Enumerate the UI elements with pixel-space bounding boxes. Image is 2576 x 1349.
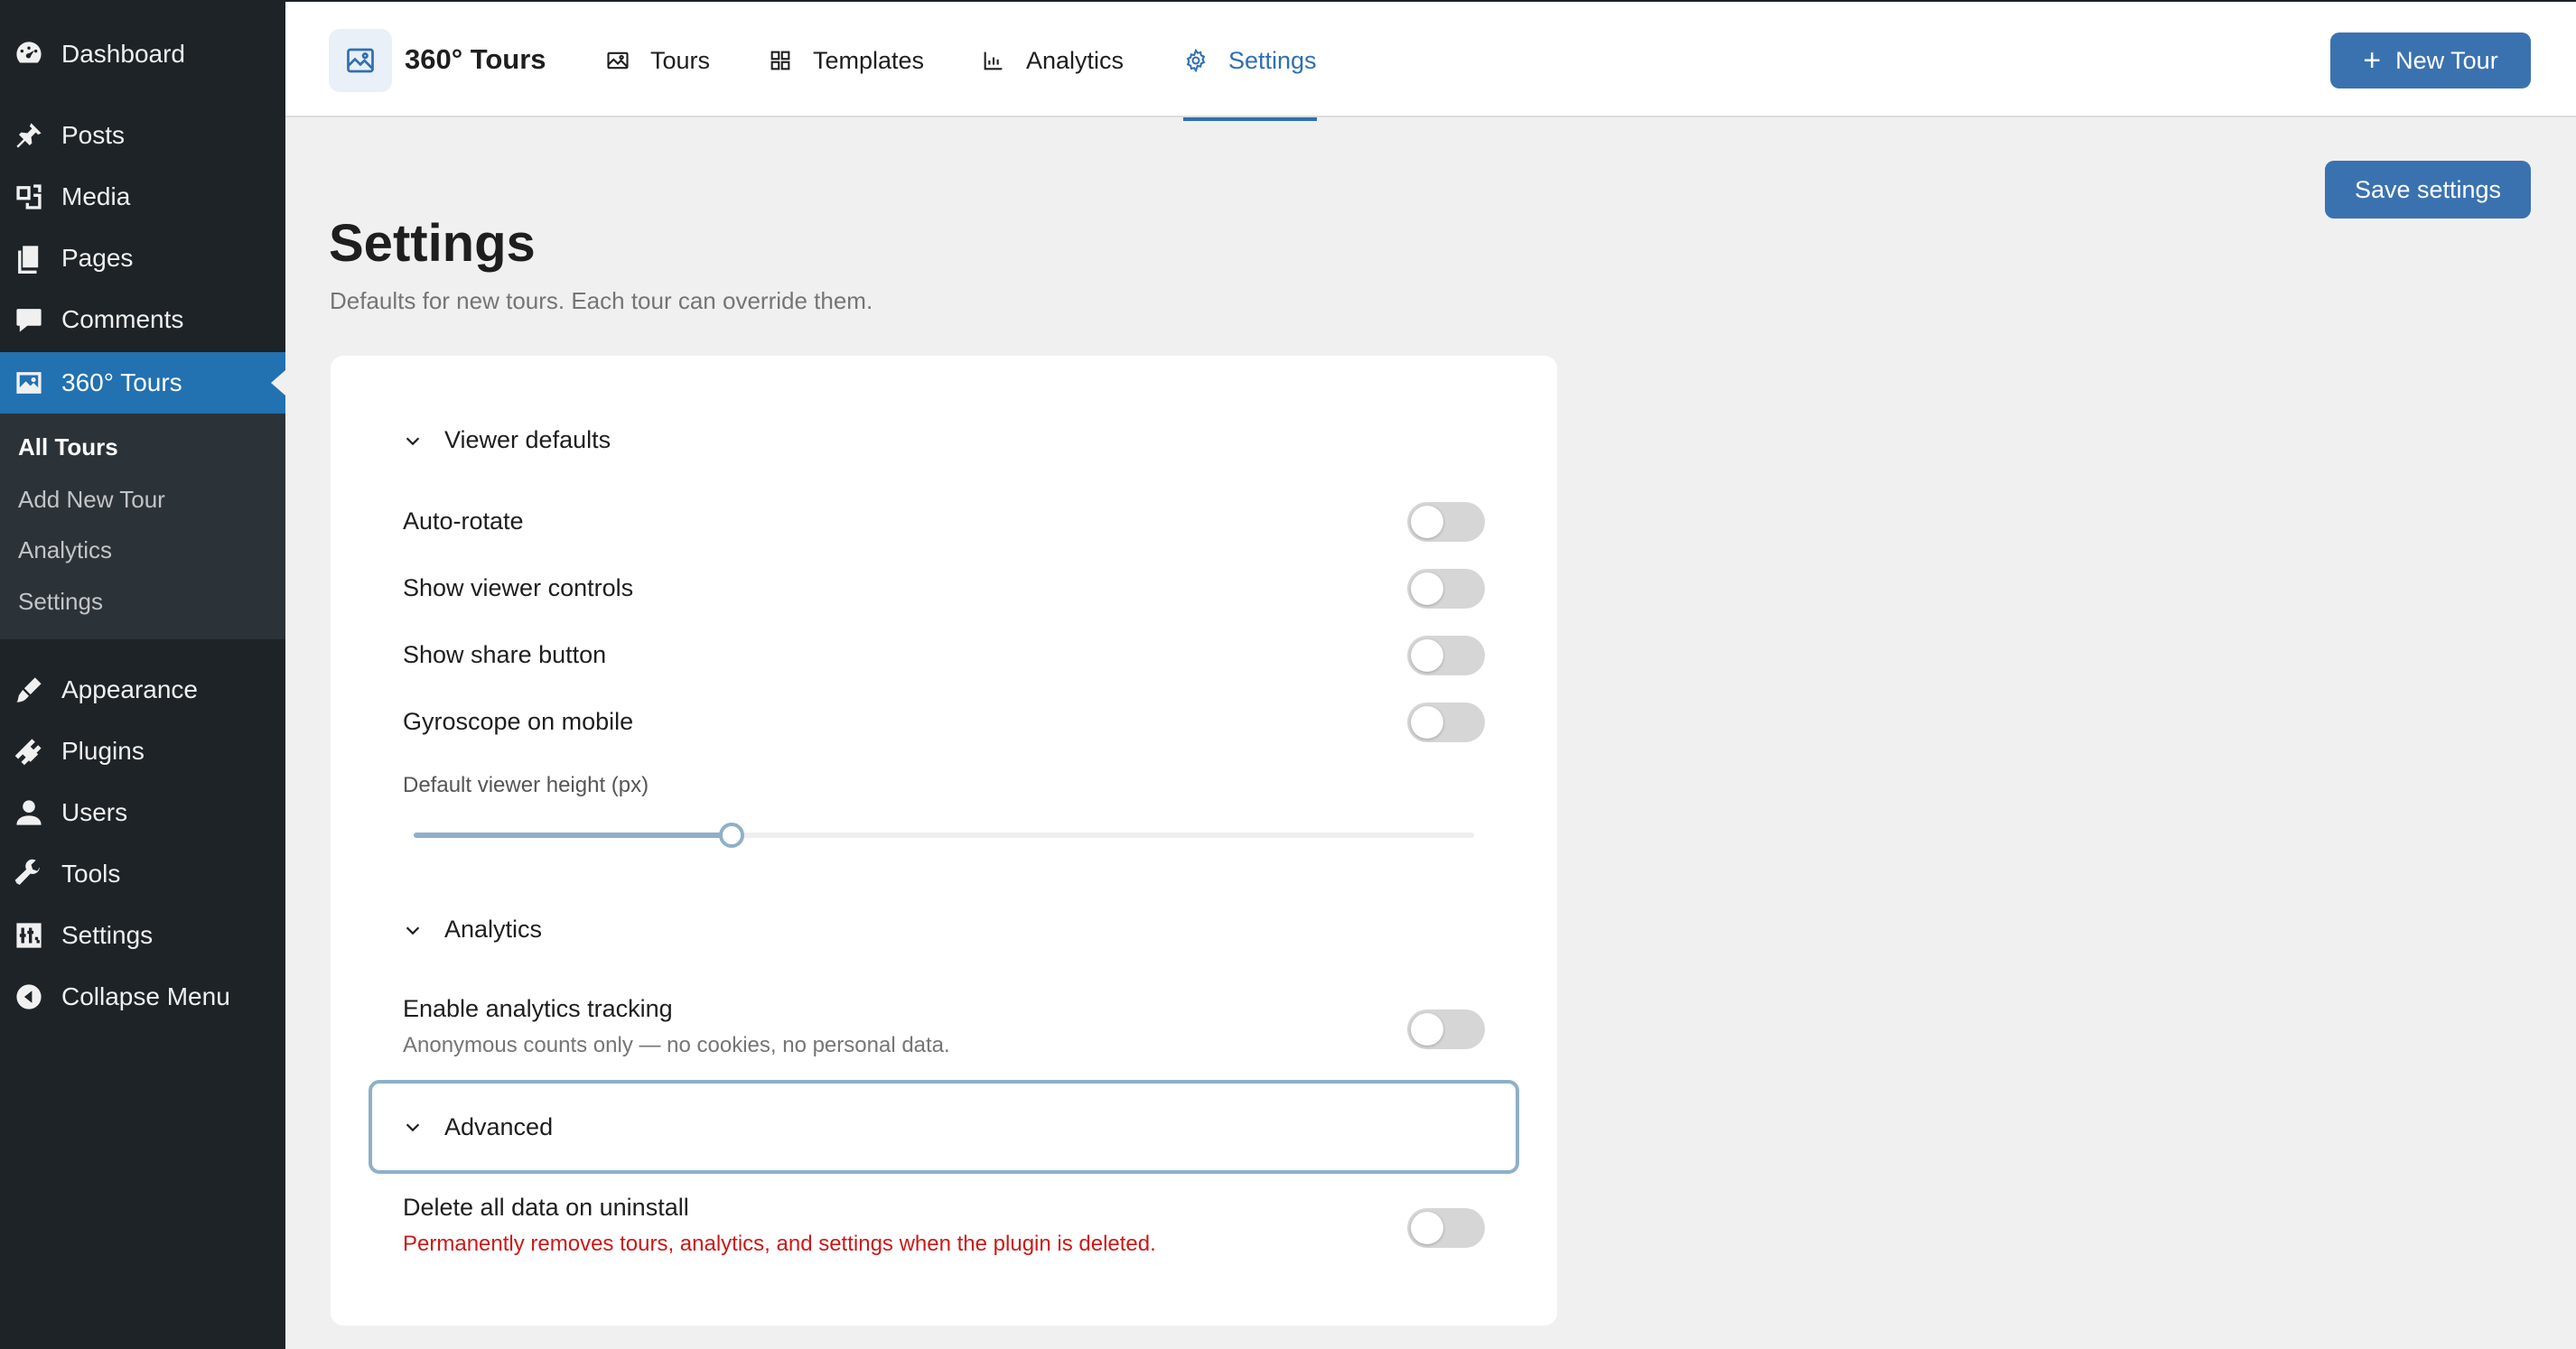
tab-label: Analytics xyxy=(1026,46,1125,74)
plus-icon: + xyxy=(2363,43,2382,78)
auto-rotate-label: Auto-rotate xyxy=(403,507,524,535)
brush-icon xyxy=(13,674,45,706)
sidebar-item-comments[interactable]: Comments xyxy=(0,289,285,350)
chevron-down-icon xyxy=(406,1123,420,1132)
sidebar-item-label: Dashboard xyxy=(61,40,185,68)
delete-data-label: Delete all data on uninstall xyxy=(403,1194,689,1221)
save-settings-button[interactable]: Save settings xyxy=(2325,161,2531,219)
sidebar-item-appearance[interactable]: Appearance xyxy=(0,659,285,721)
sidebar-item-label: Comments xyxy=(61,305,184,333)
tab-label: Tours xyxy=(650,46,711,74)
submenu-item-add-new-tour[interactable]: Add New Tour xyxy=(18,486,165,514)
gyroscope-label: Gyroscope on mobile xyxy=(403,708,634,735)
user-icon xyxy=(13,796,45,829)
viewer-height-label: Default viewer height (px) xyxy=(403,773,649,797)
submenu-item-all-tours[interactable]: All Tours xyxy=(18,433,118,461)
sidebar-item-label: Posts xyxy=(61,121,126,149)
tab-settings[interactable]: Settings xyxy=(1183,2,1317,121)
section-advanced-header[interactable]: Advanced xyxy=(369,1080,1519,1174)
section-viewer-defaults-header[interactable]: Viewer defaults xyxy=(403,426,611,454)
new-tour-button[interactable]: + New Tour xyxy=(2330,33,2531,88)
chevron-down-icon xyxy=(406,926,420,935)
sidebar-item-media[interactable]: Media xyxy=(0,166,285,228)
dashboard-icon xyxy=(13,38,45,70)
sidebar-item-collapse-menu[interactable]: Collapse Menu xyxy=(0,966,285,1028)
sidebar-item-users[interactable]: Users xyxy=(0,782,285,843)
analytics-tracking-toggle[interactable] xyxy=(1407,1009,1485,1049)
bar-chart-icon xyxy=(984,51,1003,70)
tours-submenu: All Tours Add New Tour Analytics Setting… xyxy=(0,414,285,639)
show-share-button-label: Show share button xyxy=(403,641,607,668)
comment-icon xyxy=(13,303,45,336)
pages-icon xyxy=(13,242,45,274)
wrench-icon xyxy=(13,858,45,890)
pin-icon xyxy=(13,119,45,152)
tab-templates[interactable]: Templates xyxy=(768,2,924,119)
sidebar-item-label: Users xyxy=(61,798,128,826)
section-analytics-header[interactable]: Analytics xyxy=(403,916,542,944)
analytics-tracking-help: Anonymous counts only — no cookies, no p… xyxy=(403,1033,950,1057)
sliders-icon xyxy=(13,919,45,952)
slider-fill xyxy=(414,833,733,838)
delete-data-toggle[interactable] xyxy=(1407,1208,1485,1248)
sidebar-item-label: Settings xyxy=(61,921,154,949)
tab-tours[interactable]: Tours xyxy=(605,2,710,119)
page-title: Settings xyxy=(329,214,536,273)
delete-data-warning: Permanently removes tours, analytics, an… xyxy=(403,1232,1156,1256)
chevron-down-icon xyxy=(406,436,420,445)
show-viewer-controls-toggle[interactable] xyxy=(1407,569,1485,609)
settings-card: Viewer defaults Auto-rotate Show viewer … xyxy=(331,356,1557,1326)
sidebar-item-label: Plugins xyxy=(61,737,145,765)
sidebar-item-label: Appearance xyxy=(61,675,199,703)
sidebar-item-dashboard[interactable]: Dashboard xyxy=(0,23,285,85)
slider-thumb[interactable] xyxy=(719,823,745,848)
show-viewer-controls-label: Show viewer controls xyxy=(403,574,634,601)
submenu-item-settings[interactable]: Settings xyxy=(18,588,103,616)
sidebar-item-plugins[interactable]: Plugins xyxy=(0,721,285,782)
collapse-icon xyxy=(13,981,45,1013)
plugin-header: 360° Tours Tours Templates Analytics Set… xyxy=(285,0,2576,121)
sidebar-item-label: 360° Tours xyxy=(61,368,182,396)
sidebar-item-posts[interactable]: Posts xyxy=(0,105,285,166)
tours-icon xyxy=(13,367,45,399)
show-share-button-toggle[interactable] xyxy=(1407,636,1485,675)
tab-analytics[interactable]: Analytics xyxy=(981,2,1124,119)
sidebar-item-label: Tools xyxy=(61,860,121,888)
plugin-icon xyxy=(13,735,45,768)
tours-logo-icon xyxy=(329,29,392,92)
image-icon xyxy=(607,51,629,70)
tab-label: Templates xyxy=(813,46,925,74)
sidebar-item-tools[interactable]: Tools xyxy=(0,843,285,905)
tab-label: Settings xyxy=(1228,46,1317,74)
brand-title: 360° Tours xyxy=(405,43,546,75)
sidebar-item-label: Media xyxy=(61,182,131,210)
analytics-tracking-label: Enable analytics tracking xyxy=(403,995,673,1022)
sidebar-item-label: Pages xyxy=(61,244,134,272)
gyroscope-toggle[interactable] xyxy=(1407,702,1485,742)
admin-sidebar: Dashboard Posts Media Pages Comments 360… xyxy=(0,0,285,1349)
auto-rotate-toggle[interactable] xyxy=(1407,502,1485,542)
viewer-height-slider[interactable] xyxy=(414,823,1474,848)
sidebar-item-settings[interactable]: Settings xyxy=(0,905,285,966)
grid-icon xyxy=(770,51,790,70)
sidebar-item-360-tours[interactable]: 360° Tours xyxy=(0,352,285,414)
media-icon xyxy=(13,181,45,213)
sidebar-item-pages[interactable]: Pages xyxy=(0,228,285,289)
submenu-item-analytics[interactable]: Analytics xyxy=(18,536,112,564)
gear-icon xyxy=(1186,48,1206,73)
sidebar-item-label: Collapse Menu xyxy=(61,982,230,1010)
page-subtitle: Defaults for new tours. Each tour can ov… xyxy=(330,287,873,314)
